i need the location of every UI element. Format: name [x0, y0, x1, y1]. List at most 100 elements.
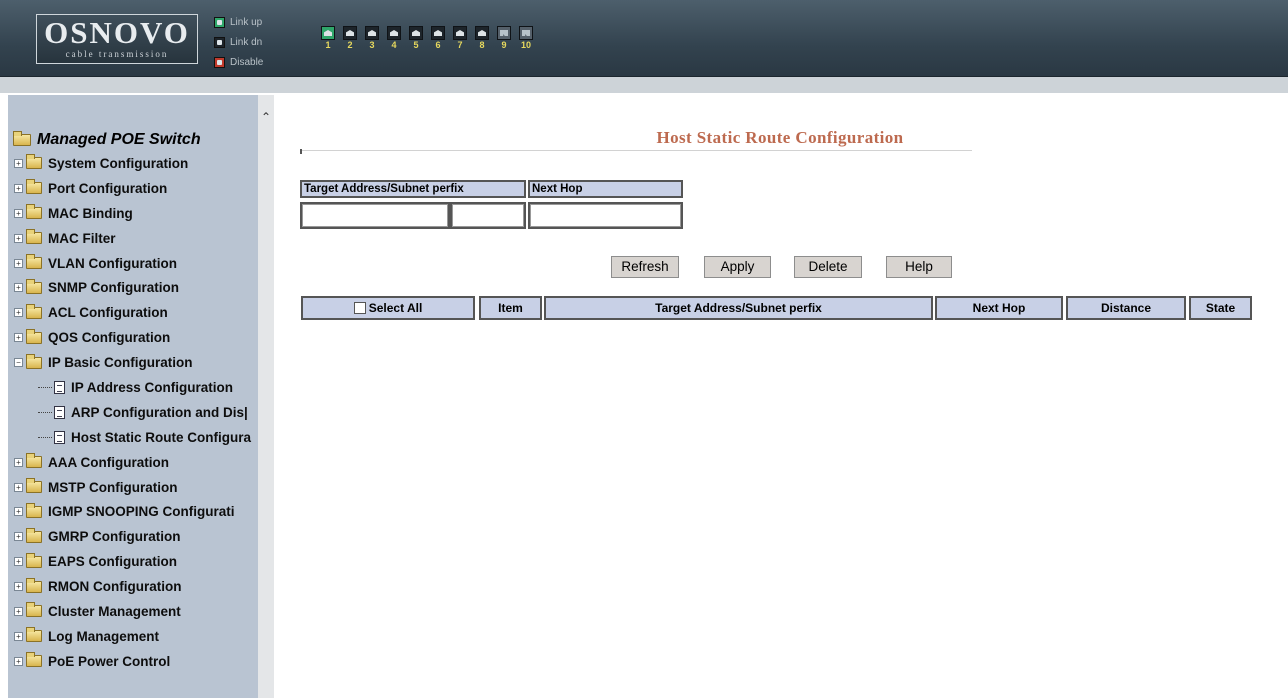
port-7[interactable]: 7 [452, 26, 468, 50]
column-header-distance: Distance [1066, 296, 1186, 320]
header-divider-strip [0, 77, 1288, 93]
plus-expander-icon[interactable]: + [14, 656, 23, 666]
port-4[interactable]: 4 [386, 26, 402, 50]
folder-open-icon [13, 131, 31, 146]
ethernet-port-icon [343, 26, 357, 40]
folder-icon [26, 254, 42, 269]
brand-name: OSNOVO [44, 15, 190, 50]
next-hop-input[interactable] [530, 204, 681, 227]
plus-expander-icon[interactable]: + [14, 233, 23, 243]
sidebar-item-gmrp[interactable]: + GMRP Configuration [14, 524, 251, 549]
plus-expander-icon[interactable]: + [14, 208, 23, 218]
plus-expander-icon[interactable]: + [14, 158, 23, 168]
plus-expander-icon[interactable]: + [14, 258, 23, 268]
plus-expander-icon[interactable]: + [14, 631, 23, 641]
tree-root-label: Managed POE Switch [37, 131, 201, 148]
target-prefix-input[interactable] [452, 204, 524, 227]
port-8[interactable]: 8 [474, 26, 490, 50]
brand-logo: OSNOVO cable transmission [36, 14, 198, 64]
column-header-next-hop: Next Hop [935, 296, 1063, 320]
legend-link-up: Link up [214, 12, 263, 32]
sidebar-item-acl[interactable]: + ACL Configuration [14, 300, 251, 325]
sidebar-item-rmon[interactable]: + RMON Configuration [14, 574, 251, 599]
legend-link-dn: Link dn [214, 32, 263, 52]
sidebar-subitem-host-static-route[interactable]: Host Static Route Configura [14, 425, 251, 450]
legend-disable: Disable [214, 52, 263, 72]
sidebar-item-system[interactable]: + System Configuration [14, 151, 251, 176]
ethernet-port-icon [431, 26, 445, 40]
target-prefix-field-wrapper [450, 202, 526, 229]
plus-expander-icon[interactable]: + [14, 557, 23, 567]
plus-expander-icon[interactable]: + [14, 482, 23, 492]
port-10[interactable]: 10 [518, 26, 534, 50]
column-header-state: State [1189, 296, 1252, 320]
apply-button[interactable]: Apply [704, 256, 771, 278]
sidebar-item-poe[interactable]: + PoE Power Control [14, 649, 251, 674]
folder-icon [26, 278, 42, 294]
tree-root[interactable]: Managed POE Switch [10, 131, 201, 149]
folder-icon [26, 179, 42, 195]
sidebar-item-mstp[interactable]: + MSTP Configuration [14, 475, 251, 500]
folder-icon [26, 229, 42, 245]
target-address-field-wrapper [300, 202, 450, 229]
plus-expander-icon[interactable]: + [14, 183, 23, 193]
ethernet-port-icon [365, 26, 379, 40]
plus-expander-icon[interactable]: + [14, 532, 23, 542]
folder-icon [26, 453, 42, 469]
sidebar-nav: Managed POE Switch + System Configuration… [8, 95, 258, 698]
plus-expander-icon[interactable]: + [14, 283, 23, 293]
sidebar-item-aaa[interactable]: + AAA Configuration [14, 450, 251, 475]
folder-icon [26, 527, 42, 543]
help-button[interactable]: Help [886, 256, 952, 278]
delete-button[interactable]: Delete [794, 256, 862, 278]
sidebar-item-mac-binding[interactable]: + MAC Binding [14, 201, 251, 226]
tree-connector [38, 436, 52, 438]
select-all-header[interactable]: Select All [301, 296, 475, 320]
select-all-label: Select All [368, 301, 423, 315]
sidebar-item-log[interactable]: + Log Management [14, 624, 251, 649]
port-6[interactable]: 6 [430, 26, 446, 50]
tree-connector [38, 386, 52, 388]
port-legend: Link up Link dn Disable [214, 12, 263, 72]
sidebar-subitem-ip-address[interactable]: IP Address Configuration [14, 375, 251, 400]
folder-icon [26, 627, 42, 643]
port-2[interactable]: 2 [342, 26, 358, 50]
sidebar-item-eaps[interactable]: + EAPS Configuration [14, 549, 251, 574]
folder-icon [26, 552, 42, 568]
folder-icon [26, 502, 42, 518]
sidebar-item-igmp[interactable]: + IGMP SNOOPING Configurati [14, 499, 251, 524]
ethernet-port-icon [321, 26, 335, 40]
folder-icon [26, 602, 42, 618]
port-3[interactable]: 3 [364, 26, 380, 50]
page-icon [54, 430, 65, 444]
folder-icon [26, 478, 42, 494]
sidebar-scrollbar[interactable]: ⌃ [258, 95, 274, 698]
plus-expander-icon[interactable]: + [14, 308, 23, 318]
sidebar-item-snmp[interactable]: + SNMP Configuration [14, 275, 251, 300]
select-all-checkbox[interactable] [353, 302, 366, 314]
next-hop-label: Next Hop [528, 180, 683, 198]
port-9[interactable]: 9 [496, 26, 512, 50]
sidebar-item-qos[interactable]: + QOS Configuration [14, 325, 251, 350]
port-1[interactable]: 1 [320, 26, 336, 50]
plus-expander-icon[interactable]: + [14, 457, 23, 467]
plus-expander-icon[interactable]: + [14, 582, 23, 592]
ethernet-port-icon [453, 26, 467, 40]
sidebar-item-cluster[interactable]: + Cluster Management [14, 599, 251, 624]
refresh-button[interactable]: Refresh [611, 256, 679, 278]
plus-expander-icon[interactable]: + [14, 507, 23, 517]
scroll-up-arrow-icon[interactable]: ⌃ [258, 109, 274, 125]
target-address-input[interactable] [302, 204, 448, 227]
plus-expander-icon[interactable]: + [14, 333, 23, 343]
port-5[interactable]: 5 [408, 26, 424, 50]
plus-expander-icon[interactable]: + [14, 606, 23, 616]
sidebar-subitem-arp[interactable]: ARP Configuration and Dis| [14, 400, 251, 425]
sidebar-item-port[interactable]: + Port Configuration [14, 176, 251, 201]
folder-icon [26, 204, 42, 220]
sidebar-item-vlan[interactable]: + VLAN Configuration [14, 251, 251, 276]
minus-expander-icon[interactable]: − [14, 358, 23, 368]
nav-tree: + System Configuration + Port Configuratio… [14, 151, 251, 674]
folder-icon [26, 154, 42, 170]
sidebar-item-mac-filter[interactable]: + MAC Filter [14, 226, 251, 251]
sidebar-item-ip-basic[interactable]: − IP Basic Configuration [14, 350, 251, 375]
